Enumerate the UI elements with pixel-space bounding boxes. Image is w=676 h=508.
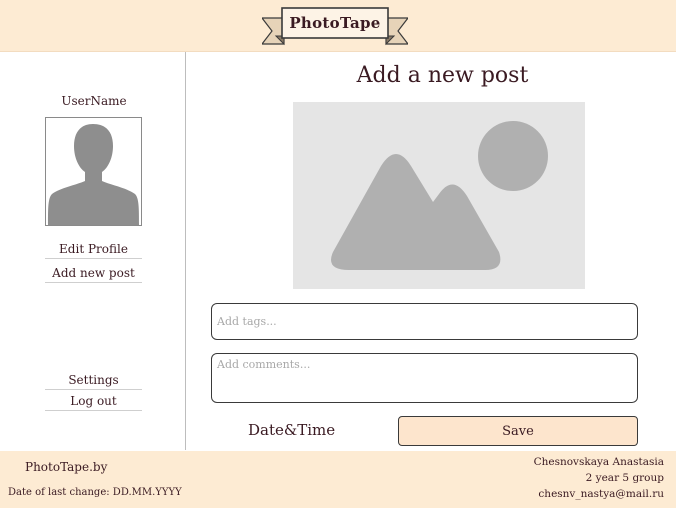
author-name: Chesnovskaya Anastasia	[533, 456, 664, 468]
add-new-post-link[interactable]: Add new post	[45, 266, 142, 283]
tags-input[interactable]	[211, 303, 638, 340]
edit-profile-link[interactable]: Edit Profile	[45, 242, 142, 259]
image-upload-area[interactable]	[293, 102, 585, 289]
header: PhotoTape	[0, 0, 676, 52]
author-info: Chesnovskaya Anastasia 2 year 5 group ch…	[534, 454, 664, 502]
log-out-link[interactable]: Log out	[45, 394, 142, 411]
comments-input[interactable]	[211, 353, 638, 403]
footer: PhotoTape.by Date of last change: DD.MM.…	[0, 451, 676, 508]
settings-link[interactable]: Settings	[45, 373, 142, 390]
user-silhouette-icon	[48, 124, 139, 225]
datetime-label: Date&Time	[248, 421, 336, 439]
footer-site-link[interactable]: PhotoTape.by	[25, 460, 107, 474]
save-button[interactable]: Save	[398, 416, 638, 446]
author-group: 2 year 5 group	[585, 472, 664, 484]
avatar	[45, 117, 142, 226]
image-placeholder-icon	[331, 121, 548, 270]
page-title: Add a new post	[356, 63, 529, 88]
author-email[interactable]: chesnv_nastya@mail.ru	[534, 486, 664, 502]
last-change-date: Date of last change: DD.MM.YYYY	[8, 487, 182, 498]
username-label: UserName	[61, 94, 127, 108]
logo-text[interactable]: PhotoTape	[283, 9, 387, 37]
